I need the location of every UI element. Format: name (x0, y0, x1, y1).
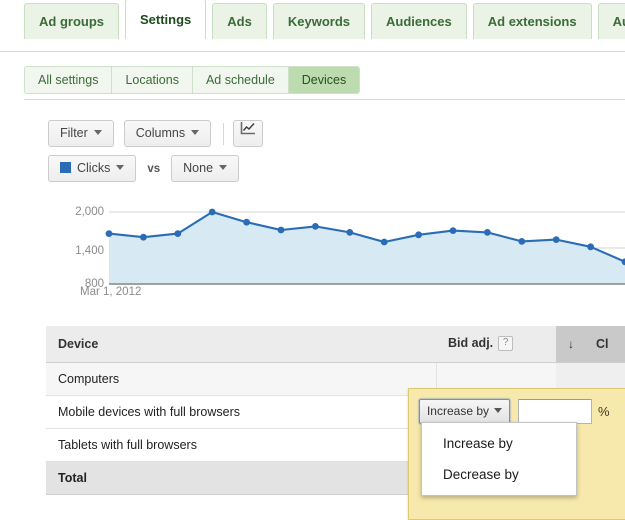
chart-data-point[interactable] (312, 223, 319, 230)
column-header-bid-adj[interactable]: Bid adj.? (436, 326, 556, 363)
columns-button[interactable]: Columns (123, 120, 212, 147)
metric-color-swatch (60, 162, 71, 174)
compare-metric-select[interactable]: None (171, 155, 240, 182)
chevron-down-icon (116, 165, 125, 171)
chart-data-point[interactable] (208, 208, 216, 216)
filter-button-label: Filter (60, 126, 88, 140)
cell-device-name: Tablets with full browsers (46, 428, 436, 462)
column-header-device[interactable]: Device (46, 326, 436, 363)
cell-device-name: Total (46, 461, 436, 495)
chart-data-point[interactable] (449, 227, 457, 234)
tab-ads[interactable]: Ads (212, 3, 267, 39)
chart-data-point[interactable] (105, 230, 113, 237)
chart-data-point[interactable] (346, 229, 354, 236)
toolbar-divider (223, 122, 225, 145)
menu-item-increase-by[interactable]: Increase by (422, 428, 576, 459)
tab-strip-left-stub (0, 4, 18, 40)
chevron-down-icon (191, 130, 200, 136)
y-axis-tick-2000: 2,000 (75, 206, 104, 218)
chart-data-point[interactable] (415, 231, 422, 239)
subtab-ad-schedule[interactable]: Ad schedule (192, 67, 289, 93)
subtab-locations[interactable]: Locations (112, 67, 193, 93)
chart-data-point[interactable] (587, 243, 594, 251)
vs-label: vs (147, 162, 161, 175)
metric-select-clicks[interactable]: Clicks (48, 155, 137, 182)
tab-keywords[interactable]: Keywords (272, 3, 365, 39)
subtab-devices[interactable]: Devices (288, 67, 360, 93)
bid-adjustment-dropdown-menu: Increase by Decrease by (421, 422, 577, 496)
y-axis-tick-1400: 1,400 (75, 245, 104, 257)
tab-auto-targets[interactable]: Auto ta (597, 3, 625, 39)
line-chart-icon (240, 122, 256, 135)
clicks-trend-chart: 2,000 1,400 800 Mar 1, 2012 (0, 196, 625, 312)
chart-data-point[interactable] (484, 229, 491, 236)
chart-data-point[interactable] (277, 226, 285, 234)
sort-descending-icon: ↓ (568, 337, 574, 351)
columns-button-label: Columns (135, 126, 186, 140)
settings-subtab-bar: All settings Locations Ad schedule Devic… (0, 52, 625, 100)
bid-adjustment-percent-input[interactable] (518, 399, 592, 424)
help-icon[interactable]: ? (498, 335, 514, 351)
cell-device-name: Mobile devices with full browsers (46, 395, 436, 429)
tab-ad-groups[interactable]: Ad groups (24, 3, 119, 39)
chart-toggle-button[interactable] (233, 120, 264, 147)
metric-select-label: Clicks (77, 161, 111, 175)
percent-symbol: % (598, 404, 610, 419)
bid-adjustment-direction-label: Increase by (426, 404, 490, 418)
chart-data-point[interactable] (174, 230, 182, 237)
chevron-down-icon (93, 130, 102, 136)
chart-data-point[interactable] (243, 218, 251, 226)
toolbar-row-metrics: Clicks vs None (48, 155, 249, 182)
devices-table-head: Device Bid adj.? ↓ Cl (46, 326, 625, 363)
chart-data-point[interactable] (380, 238, 388, 246)
chart-area-fill (109, 212, 625, 284)
column-header-bid-adj-label: Bid adj. (448, 336, 494, 351)
primary-tab-strip: Ad groups Settings Ads Keywords Audience… (0, 0, 625, 52)
column-header-sort[interactable]: ↓ (556, 326, 584, 363)
bid-adjustment-popup: Increase by% to see Increase by Decrease… (408, 388, 625, 520)
filter-button[interactable]: Filter (48, 120, 114, 147)
chart-data-point[interactable] (140, 233, 147, 241)
settings-subtab-strip: All settings Locations Ad schedule Devic… (24, 66, 361, 94)
bid-adjustment-direction-select[interactable]: Increase by (419, 399, 510, 424)
tab-settings[interactable]: Settings (125, 0, 207, 39)
x-axis-start-label: Mar 1, 2012 (80, 286, 142, 298)
column-header-clicks[interactable]: Cl (584, 326, 625, 363)
devices-table-header-row: Device Bid adj.? ↓ Cl (46, 326, 625, 363)
chevron-down-icon (219, 165, 228, 171)
toolbar-row-filters: Filter Columns (48, 120, 264, 147)
compare-metric-label: None (183, 161, 214, 175)
chevron-down-icon (494, 408, 503, 414)
primary-tab-bar: Ad groups Settings Ads Keywords Audience… (0, 0, 625, 52)
chart-toolbar: Filter Columns Clicks vs None (0, 100, 625, 196)
bid-adjustment-controls: Increase by% (419, 399, 615, 424)
chart-data-point[interactable] (518, 238, 526, 245)
cell-device-name: Computers (46, 362, 436, 396)
subtab-all-settings[interactable]: All settings (25, 67, 113, 93)
tab-audiences[interactable]: Audiences (371, 3, 467, 39)
chart-data-point[interactable] (552, 236, 560, 243)
tab-ad-extensions[interactable]: Ad extensions (472, 3, 592, 39)
menu-item-decrease-by[interactable]: Decrease by (422, 459, 576, 490)
